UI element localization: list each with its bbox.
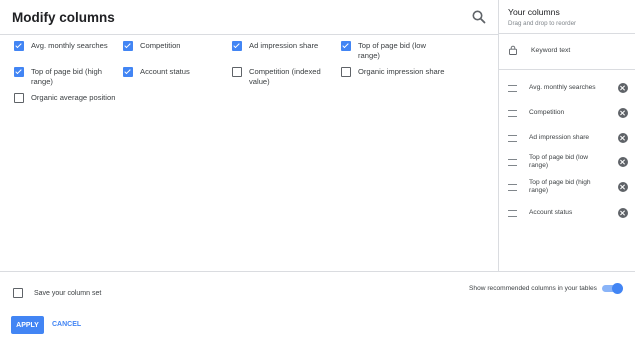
drag-handle-icon[interactable] [508, 209, 517, 217]
option-account-status[interactable]: Account status [123, 67, 220, 77]
cancel-button[interactable]: CANCEL [52, 321, 81, 328]
drag-handle-icon[interactable] [508, 158, 517, 166]
locked-column-keyword-text: Keyword text [508, 45, 570, 55]
option-competition[interactable]: Competition [123, 41, 220, 51]
recommended-columns-toggle[interactable] [601, 283, 623, 294]
sidebar-divider [499, 69, 635, 70]
recommended-columns-setting: Show recommended columns in your tables [469, 283, 623, 294]
remove-circle-icon[interactable] [618, 208, 628, 218]
option-competition-indexed-value[interactable]: Competition (indexed value) [232, 67, 329, 86]
checkbox[interactable] [14, 67, 24, 77]
column-options-panel: Modify columns Avg. monthly searches Com… [0, 0, 498, 271]
dialog-title: Modify columns [12, 10, 115, 25]
checkbox[interactable] [14, 41, 24, 51]
option-top-of-page-bid-high[interactable]: Top of page bid (high range) [14, 67, 111, 86]
selected-column-item[interactable]: Avg. monthly searches [508, 83, 628, 93]
selected-column-item[interactable]: Ad impression share [508, 133, 628, 143]
your-columns-title: Your columns [508, 7, 560, 17]
checkbox[interactable] [14, 93, 24, 103]
search-icon[interactable] [471, 9, 487, 25]
checkbox[interactable] [123, 41, 133, 51]
selected-column-item[interactable]: Account status [508, 208, 628, 218]
selected-column-item[interactable]: Competition [508, 108, 628, 118]
modify-columns-dialog: Modify columns Avg. monthly searches Com… [0, 0, 635, 338]
selected-column-item[interactable]: Top of page bid (high range) [508, 179, 628, 195]
drag-handle-icon[interactable] [508, 183, 517, 191]
sidebar-divider [499, 33, 635, 34]
checkbox[interactable] [232, 67, 242, 77]
apply-button[interactable]: APPLY [11, 316, 44, 334]
option-ad-impression-share[interactable]: Ad impression share [232, 41, 329, 51]
header-divider [0, 34, 498, 35]
lock-icon [509, 45, 517, 55]
remove-circle-icon[interactable] [618, 157, 628, 167]
footer-divider [0, 271, 635, 272]
checkbox[interactable] [341, 67, 351, 77]
your-columns-subtitle: Drag and drop to reorder [508, 20, 577, 27]
remove-circle-icon[interactable] [618, 108, 628, 118]
remove-circle-icon[interactable] [618, 83, 628, 93]
save-column-set-checkbox[interactable] [13, 288, 23, 298]
checkbox[interactable] [232, 41, 242, 51]
selected-column-item[interactable]: Top of page bid (low range) [508, 154, 628, 170]
checkbox[interactable] [123, 67, 133, 77]
remove-circle-icon[interactable] [618, 182, 628, 192]
option-organic-average-position[interactable]: Organic average position [14, 93, 141, 103]
drag-handle-icon[interactable] [508, 84, 517, 92]
remove-circle-icon[interactable] [618, 133, 628, 143]
option-top-of-page-bid-low[interactable]: Top of page bid (low range) [341, 41, 438, 60]
save-column-set-option[interactable]: Save your column set [13, 288, 101, 298]
option-avg-monthly-searches[interactable]: Avg. monthly searches [14, 41, 111, 51]
your-columns-panel: Your columns Drag and drop to reorder Ke… [498, 0, 635, 271]
checkbox[interactable] [341, 41, 351, 51]
drag-handle-icon[interactable] [508, 134, 517, 142]
drag-handle-icon[interactable] [508, 109, 517, 117]
option-organic-impression-share[interactable]: Organic impression share [341, 67, 468, 77]
